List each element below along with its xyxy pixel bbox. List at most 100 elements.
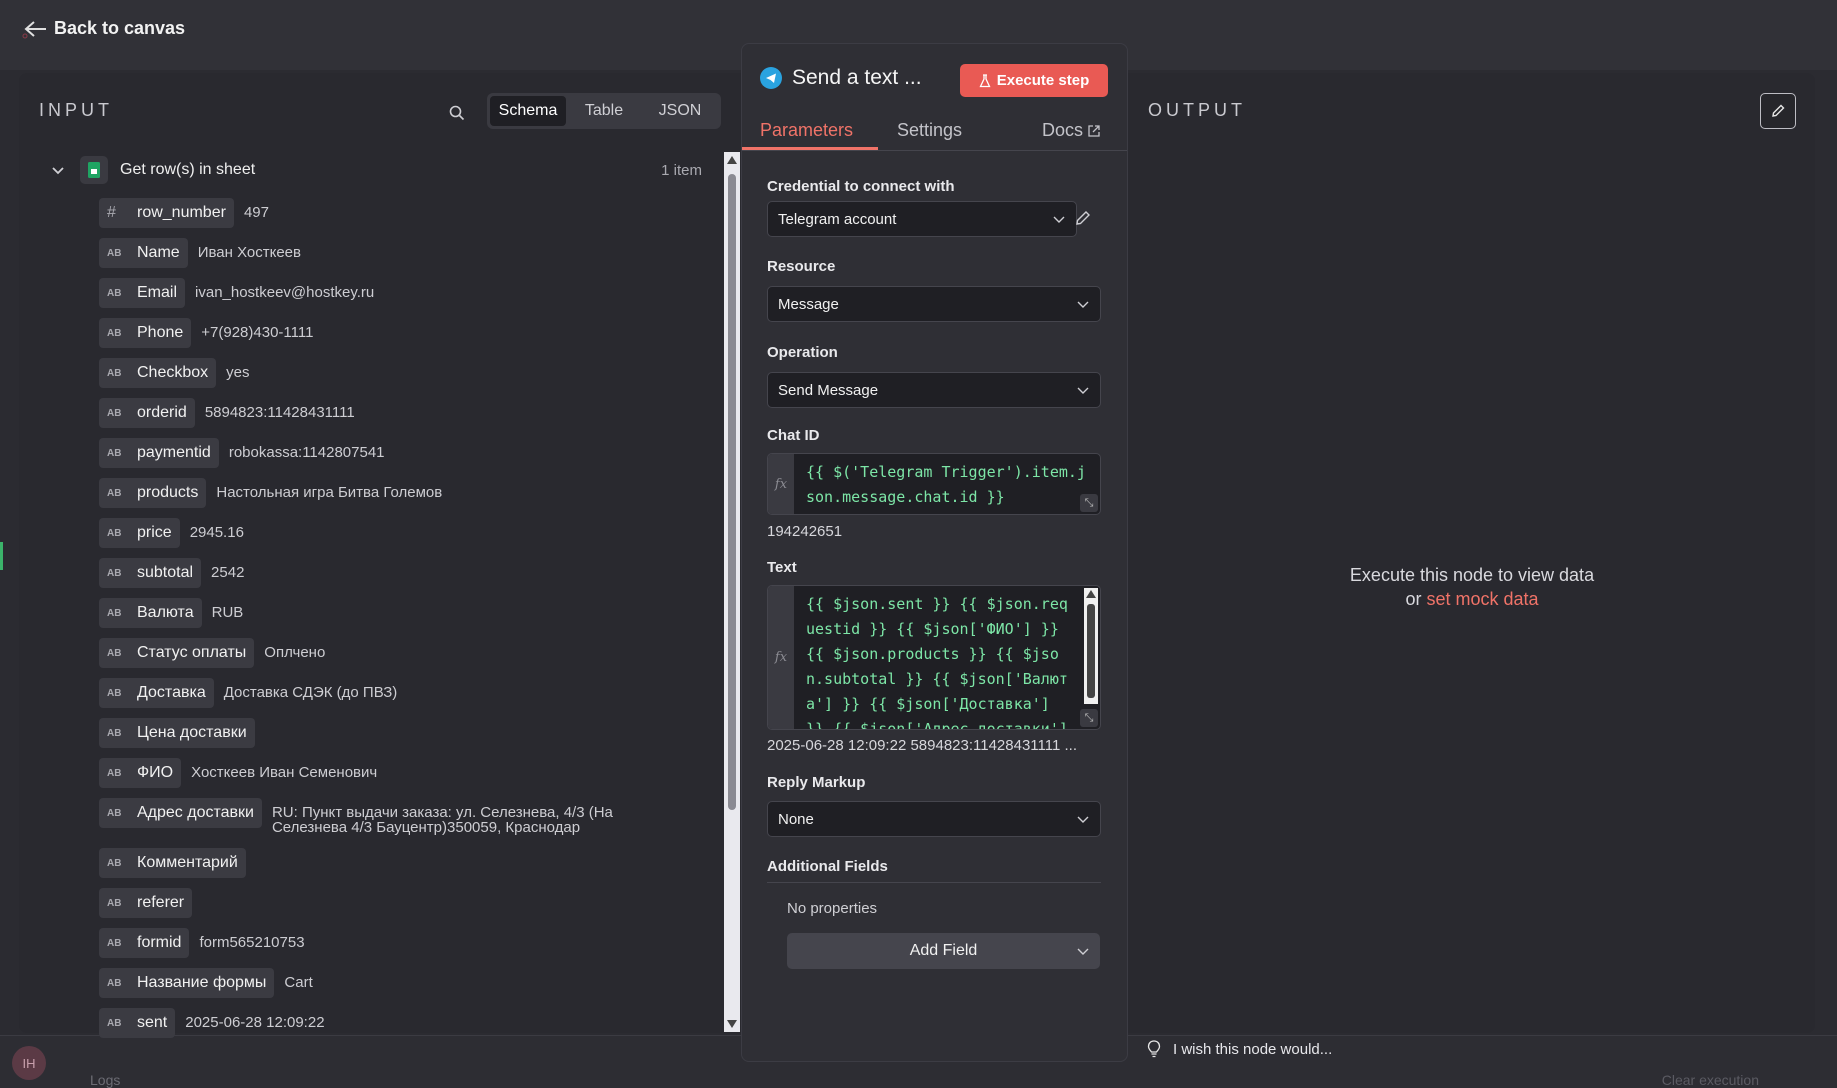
operation-select[interactable]: Send Message bbox=[767, 372, 1101, 408]
scroll-thumb[interactable] bbox=[1087, 604, 1095, 698]
field-name: Email bbox=[137, 284, 178, 301]
avatar[interactable]: IH bbox=[12, 1046, 46, 1080]
field-value: RUB bbox=[211, 604, 244, 621]
feedback-prompt[interactable]: I wish this node would... bbox=[1147, 1040, 1332, 1058]
string-type-icon: AB bbox=[107, 727, 122, 739]
tab-parameters[interactable]: Parameters bbox=[760, 120, 853, 141]
field-key-pill[interactable]: AB Checkbox bbox=[99, 358, 217, 388]
field-key-pill[interactable]: AB formid bbox=[99, 928, 190, 958]
scroll-up-icon[interactable] bbox=[727, 156, 737, 164]
schema-field[interactable]: AB Name Иван Хосткеев bbox=[99, 238, 301, 268]
expand-editor-icon[interactable]: ⤡ bbox=[1080, 709, 1098, 727]
field-key-pill[interactable]: AB Название формы bbox=[99, 968, 275, 998]
field-key-pill[interactable]: # row_number bbox=[99, 198, 234, 228]
string-type-icon: AB bbox=[107, 807, 122, 819]
add-field-button[interactable]: Add Field bbox=[787, 933, 1100, 969]
node-title-text[interactable]: Send a text ... bbox=[792, 66, 922, 90]
resource-select[interactable]: Message bbox=[767, 286, 1101, 322]
schema-field[interactable]: AB Checkbox yes bbox=[99, 358, 250, 388]
field-key-pill[interactable]: AB Цена доставки bbox=[99, 718, 255, 748]
chat-id-expression[interactable]: fx {{ $('Telegram Trigger').item.json.me… bbox=[767, 453, 1101, 515]
field-key-pill[interactable]: AB paymentid bbox=[99, 438, 219, 468]
field-name: Доставка bbox=[137, 684, 206, 701]
schema-field[interactable]: AB Доставка Доставка СДЭК (до ПВЗ) bbox=[99, 678, 397, 708]
field-key-pill[interactable]: AB referer bbox=[99, 888, 193, 918]
field-key-pill[interactable]: AB Комментарий bbox=[99, 848, 246, 878]
field-value: Хосткеев Иван Семенович bbox=[191, 764, 378, 781]
schema-field[interactable]: AB Цена доставки bbox=[99, 718, 265, 748]
field-key-pill[interactable]: AB sent bbox=[99, 1008, 176, 1038]
tab-json[interactable]: JSON bbox=[642, 96, 718, 126]
field-key-pill[interactable]: AB products bbox=[99, 478, 207, 508]
field-key-pill[interactable]: AB Phone bbox=[99, 318, 192, 348]
scroll-up-icon[interactable] bbox=[1086, 590, 1096, 598]
reply-markup-select[interactable]: None bbox=[767, 801, 1101, 837]
tab-schema[interactable]: Schema bbox=[490, 96, 566, 126]
node-name: Get row(s) in sheet bbox=[120, 161, 256, 178]
execute-step-button[interactable]: Execute step bbox=[960, 64, 1108, 97]
clear-execution-button[interactable]: Clear execution bbox=[1662, 1072, 1759, 1088]
flask-icon bbox=[979, 73, 991, 87]
parameter-tabs: Parameters Settings Docs bbox=[742, 114, 1127, 151]
field-name: Статус оплаты bbox=[137, 644, 247, 661]
schema-field[interactable]: AB Валюта RUB bbox=[99, 598, 243, 628]
string-type-icon: AB bbox=[107, 447, 122, 459]
scroll-thumb[interactable] bbox=[728, 174, 736, 810]
schema-field[interactable]: AB subtotal 2542 bbox=[99, 558, 244, 588]
schema-field[interactable]: AB formid form565210753 bbox=[99, 928, 305, 958]
field-key-pill[interactable]: AB price bbox=[99, 518, 180, 548]
field-key-pill[interactable]: AB Name bbox=[99, 238, 188, 268]
chevron-down-icon[interactable] bbox=[50, 162, 66, 178]
chevron-down-icon bbox=[1077, 387, 1089, 394]
schema-field[interactable]: AB paymentid robokassa:1142807541 bbox=[99, 438, 385, 468]
schema-field[interactable]: AB Phone +7(928)430-1111 bbox=[99, 318, 313, 348]
input-node-row[interactable]: Get row(s) in sheet 1 item bbox=[50, 155, 702, 185]
text-label: Text bbox=[767, 559, 797, 576]
field-value: 497 bbox=[243, 204, 269, 221]
schema-field[interactable]: AB ФИО Хосткеев Иван Семенович bbox=[99, 758, 377, 788]
tab-settings[interactable]: Settings bbox=[897, 120, 962, 141]
field-key-pill[interactable]: AB Доставка bbox=[99, 678, 214, 708]
field-key-pill[interactable]: AB Статус оплаты bbox=[99, 638, 255, 668]
search-icon[interactable] bbox=[448, 104, 466, 122]
text-editor-scrollbar[interactable] bbox=[1084, 588, 1098, 704]
schema-field[interactable]: AB Статус оплаты Оплчено bbox=[99, 638, 325, 668]
edit-credential-icon[interactable] bbox=[1074, 209, 1092, 227]
set-mock-data-link[interactable]: set mock data bbox=[1426, 589, 1538, 609]
field-key-pill[interactable]: AB subtotal bbox=[99, 558, 202, 588]
number-type-icon: # bbox=[107, 204, 116, 221]
text-code[interactable]: {{ $json.sent }} {{ $json.requestid }} {… bbox=[806, 592, 1076, 729]
schema-field[interactable]: AB orderid 5894823:11428431111 bbox=[99, 398, 355, 428]
scroll-down-icon[interactable] bbox=[727, 1020, 737, 1028]
input-scrollbar[interactable] bbox=[724, 152, 740, 1032]
field-key-pill[interactable]: AB orderid bbox=[99, 398, 195, 428]
expand-editor-icon[interactable]: ⤡ bbox=[1080, 494, 1098, 512]
field-value: 2025-06-28 12:09:22 bbox=[185, 1014, 325, 1031]
schema-field[interactable]: AB Название формы Cart bbox=[99, 968, 313, 998]
docs-label: Docs bbox=[1042, 120, 1084, 140]
field-key-pill[interactable]: AB Email bbox=[99, 278, 186, 308]
field-name: row_number bbox=[137, 204, 226, 221]
tab-table[interactable]: Table bbox=[566, 96, 642, 126]
field-key-pill[interactable]: AB ФИО bbox=[99, 758, 182, 788]
tab-docs[interactable]: Docs bbox=[1042, 120, 1101, 141]
resource-value: Message bbox=[778, 295, 839, 313]
credential-select[interactable]: Telegram account bbox=[767, 201, 1077, 237]
back-to-canvas-link[interactable]: Back to canvas bbox=[22, 18, 185, 39]
schema-field[interactable]: AB products Настольная игра Битва Големов bbox=[99, 478, 442, 508]
schema-field[interactable]: AB Комментарий bbox=[99, 848, 256, 878]
field-key-pill[interactable]: AB Адрес доставки bbox=[99, 798, 262, 828]
logs-label[interactable]: Logs bbox=[90, 1072, 120, 1088]
schema-field[interactable]: AB Email ivan_hostkeev@hostkey.ru bbox=[99, 278, 374, 308]
schema-field[interactable]: AB sent 2025-06-28 12:09:22 bbox=[99, 1008, 325, 1038]
chat-id-code[interactable]: {{ $('Telegram Trigger').item.json.messa… bbox=[806, 460, 1094, 510]
field-value: robokassa:1142807541 bbox=[228, 444, 385, 461]
schema-field[interactable]: # row_number 497 bbox=[99, 198, 269, 228]
edit-output-button[interactable] bbox=[1760, 93, 1796, 129]
text-expression[interactable]: fx {{ $json.sent }} {{ $json.requestid }… bbox=[767, 585, 1101, 730]
field-key-pill[interactable]: AB Валюта bbox=[99, 598, 202, 628]
schema-field[interactable]: AB referer bbox=[99, 888, 202, 918]
schema-field[interactable]: AB price 2945.16 bbox=[99, 518, 244, 548]
input-heading: INPUT bbox=[39, 100, 113, 120]
schema-field[interactable]: AB Адрес доставки RU: Пункт выдачи заказа:… bbox=[99, 798, 652, 835]
